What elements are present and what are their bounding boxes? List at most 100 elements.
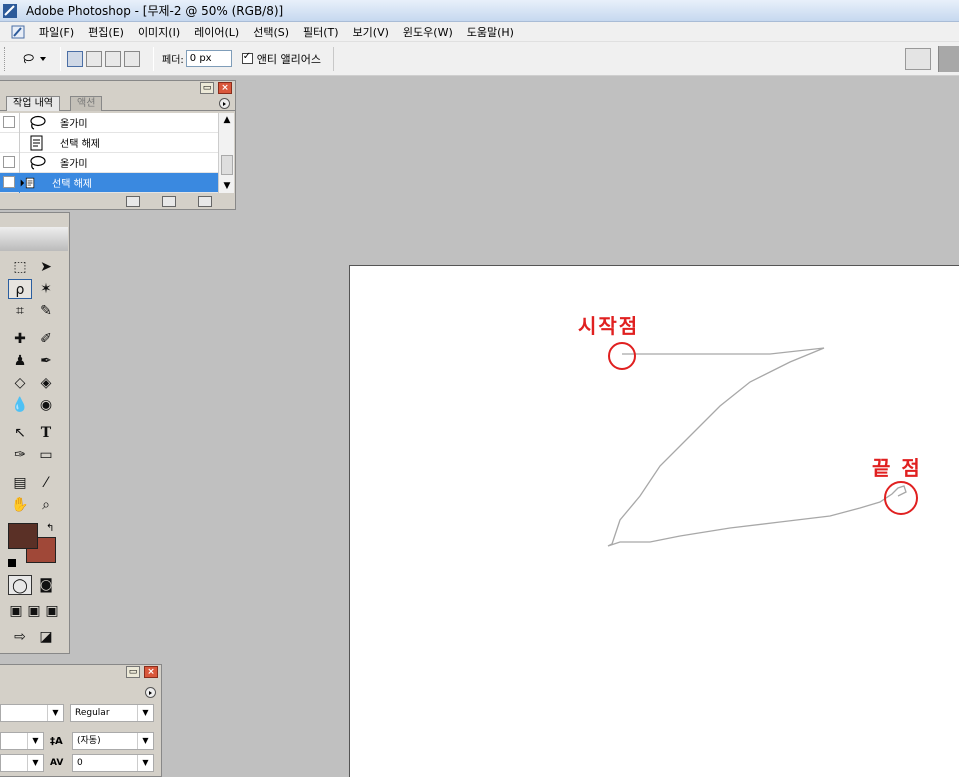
character-palette: ▭ × ▼ Regular ▼ ▼ ‡A (자동) ▼ ▼ AV 0 ▼ — [0, 664, 162, 777]
rectangle-tool-icon[interactable]: ▭ — [34, 445, 58, 465]
title-bar: Adobe Photoshop - [무제-2 @ 50% (RGB/8)] — [0, 0, 959, 22]
color-swatches: ↰ — [8, 523, 64, 571]
history-row-label: 올가미 — [60, 159, 88, 170]
full-screen-mode-icon[interactable]: ▣ — [40, 601, 64, 621]
marquee-tool-icon[interactable]: ⬚ — [8, 257, 32, 277]
start-point-marker — [608, 342, 636, 370]
menu-view[interactable]: 보기(V) — [346, 24, 396, 40]
font-family-select[interactable]: ▼ — [0, 704, 64, 722]
foreground-color-swatch[interactable] — [8, 523, 38, 549]
snapshot-toggle[interactable] — [0, 112, 20, 133]
eraser-tool-icon[interactable]: ◇ — [8, 373, 32, 393]
stamp-tool-icon[interactable]: ♟ — [8, 351, 32, 371]
snapshot-toggle[interactable] — [0, 132, 20, 153]
path-selection-tool-icon[interactable]: ↖ — [8, 423, 32, 443]
chevron-down-icon: ▼ — [47, 705, 63, 721]
font-style-select[interactable]: Regular ▼ — [70, 704, 154, 722]
minimize-button[interactable]: ▭ — [200, 82, 214, 94]
options-grip[interactable] — [4, 46, 8, 71]
new-selection-button[interactable] — [67, 50, 83, 67]
tool-preset-picker[interactable] — [22, 49, 46, 69]
quick-mask-mode-icon[interactable]: ◙ — [34, 575, 58, 595]
font-size-select[interactable]: ▼ — [0, 732, 44, 750]
lasso-icon — [30, 155, 46, 170]
history-row[interactable]: 올가미 — [0, 152, 218, 173]
palette-header[interactable]: ▭ × — [0, 81, 235, 95]
history-row-selected[interactable]: 선택 해제 — [0, 172, 218, 193]
tracking-select[interactable]: 0 ▼ — [72, 754, 154, 772]
menu-filter[interactable]: 필터(T) — [296, 24, 346, 40]
notes-tool-icon[interactable]: ▤ — [8, 473, 32, 493]
history-scrollbar[interactable]: ▲ ▼ — [218, 113, 234, 193]
palette-menu-button[interactable] — [219, 98, 230, 109]
crop-tool-icon[interactable]: ⌗ — [8, 301, 32, 321]
history-row[interactable]: 올가미 — [0, 112, 218, 133]
tracking-value: 0 — [77, 758, 83, 768]
pen-tool-icon[interactable]: ✑ — [8, 445, 32, 465]
history-row[interactable]: 선택 해제 — [0, 132, 218, 153]
add-selection-button[interactable] — [86, 50, 102, 67]
chevron-down-icon: ▼ — [137, 705, 153, 721]
chevron-down-icon: ▼ — [137, 733, 153, 749]
document-canvas[interactable]: 시작점 끝 점 — [349, 265, 959, 777]
palette-menu-button[interactable] — [145, 687, 156, 698]
dodge-tool-icon[interactable]: ◉ — [34, 395, 58, 415]
slice-tool-icon[interactable]: ✎ — [34, 301, 58, 321]
menu-select[interactable]: 선택(S) — [246, 24, 296, 40]
menu-edit[interactable]: 편집(E) — [81, 24, 131, 40]
hand-tool-icon[interactable]: ✋ — [8, 495, 32, 515]
font-style-value: Regular — [75, 708, 110, 718]
zoom-tool-icon[interactable]: ⌕ — [34, 495, 58, 515]
leading-select[interactable]: (자동) ▼ — [72, 732, 154, 750]
snapshot-toggle[interactable] — [0, 172, 20, 193]
history-brush-tool-icon[interactable]: ✒ — [34, 351, 58, 371]
lasso-tool-icon[interactable]: ρ — [8, 279, 32, 299]
close-button[interactable]: × — [144, 666, 158, 678]
default-colors-icon[interactable] — [8, 559, 16, 567]
palette-tabs: 작업 내역 액션 — [0, 95, 235, 111]
standard-mode-icon[interactable]: ◯ — [8, 575, 32, 595]
toolbox: ⬚ ➤ ρ ✶ ⌗ ✎ ✚ ✐ ♟ ✒ ◇ ◈ 💧 ◉ ↖ T ✑ ▭ ▤ ⁄ … — [0, 212, 70, 654]
menu-file[interactable]: 파일(F) — [32, 24, 81, 40]
scroll-up-icon[interactable]: ▲ — [219, 113, 235, 127]
new-snapshot-button[interactable] — [162, 196, 176, 207]
menu-image[interactable]: 이미지(I) — [131, 24, 187, 40]
paint-bucket-tool-icon[interactable]: ◈ — [34, 373, 58, 393]
snapshot-toggle[interactable] — [0, 152, 20, 173]
history-row-label: 선택 해제 — [60, 139, 100, 150]
chevron-down-icon: ▼ — [27, 755, 43, 771]
kerning-select[interactable]: ▼ — [0, 754, 44, 772]
intersect-selection-button[interactable] — [124, 50, 140, 67]
antialias-checkbox[interactable] — [241, 51, 253, 64]
move-tool-icon[interactable]: ➤ — [34, 257, 58, 277]
document-menu-icon[interactable] — [10, 24, 26, 40]
trash-icon[interactable] — [198, 196, 212, 207]
imageready-icon[interactable]: ◪ — [34, 627, 58, 647]
brush-tool-icon[interactable]: ✐ — [34, 329, 58, 349]
scroll-down-icon[interactable]: ▼ — [219, 179, 235, 193]
type-tool-icon[interactable]: T — [34, 423, 58, 443]
feather-input[interactable]: 0 px — [185, 50, 232, 67]
history-row-label: 선택 해제 — [52, 179, 92, 190]
magic-wand-tool-icon[interactable]: ✶ — [34, 279, 58, 299]
minimize-button[interactable]: ▭ — [126, 666, 140, 678]
tab-history[interactable]: 작업 내역 — [6, 96, 60, 111]
palette-well-button[interactable] — [905, 48, 931, 70]
scroll-thumb[interactable] — [221, 155, 233, 175]
blur-tool-icon[interactable]: 💧 — [8, 395, 32, 415]
menu-bar: 파일(F) 편집(E) 이미지(I) 레이어(L) 선택(S) 필터(T) 보기… — [0, 22, 959, 42]
menu-layer[interactable]: 레이어(L) — [187, 24, 246, 40]
options-bar: 페더: 0 px 앤티 앨리어스 — [0, 42, 959, 76]
subtract-selection-button[interactable] — [105, 50, 121, 67]
swap-colors-icon[interactable]: ↰ — [46, 523, 54, 534]
menu-help[interactable]: 도움말(H) — [460, 24, 521, 40]
feather-label: 페더: — [162, 55, 184, 66]
jump-to-imageready-icon[interactable]: ⇨ — [8, 627, 32, 647]
healing-brush-tool-icon[interactable]: ✚ — [8, 329, 32, 349]
close-button[interactable]: × — [218, 82, 232, 94]
new-document-from-state-button[interactable] — [126, 196, 140, 207]
menu-window[interactable]: 윈도우(W) — [396, 24, 460, 40]
history-list: 올가미 선택 해제 올가미 선택 해제 — [0, 112, 218, 193]
eyedropper-tool-icon[interactable]: ⁄ — [34, 473, 58, 493]
tab-actions[interactable]: 액션 — [70, 96, 103, 111]
